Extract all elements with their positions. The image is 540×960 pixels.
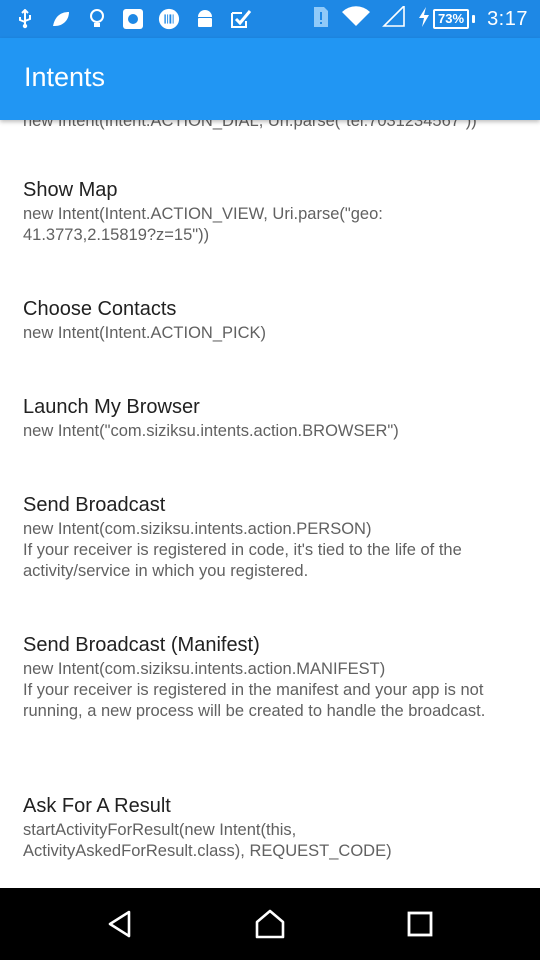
list-item-title: Send Broadcast [23, 494, 166, 516]
list-item-subtitle: new Intent(com.siziksu.intents.action.MA… [23, 660, 486, 720]
lightbulb-icon [86, 8, 108, 30]
list-item[interactable]: Launch My Browser new Intent("com.siziks… [23, 395, 520, 442]
home-icon [255, 909, 285, 939]
list-item[interactable]: Choose Contacts new Intent(Intent.ACTION… [23, 297, 520, 344]
list-item-subtitle: new Intent(Intent.ACTION_PICK) [23, 324, 267, 342]
list-item-title: Launch My Browser [23, 396, 200, 418]
android-icon [194, 8, 216, 30]
list-item[interactable]: Ask For A Result startActivityForResult(… [23, 794, 520, 862]
notification-icons [14, 6, 252, 32]
system-icons: 73% 3:17 [312, 3, 528, 34]
signal-icon [382, 3, 406, 33]
list-item[interactable]: new Intent(Intent.ACTION_DIAL, Uri.parse… [23, 120, 520, 132]
list-item[interactable]: Show Map new Intent(Intent.ACTION_VIEW, … [23, 178, 520, 246]
list-item-subtitle: new Intent("com.siziksu.intents.action.B… [23, 422, 399, 440]
intent-list[interactable]: new Intent(Intent.ACTION_DIAL, Uri.parse… [0, 120, 540, 888]
list-item-subtitle: new Intent(Intent.ACTION_VIEW, Uri.parse… [23, 205, 383, 244]
back-button[interactable] [102, 906, 138, 942]
leaf-icon [50, 8, 72, 30]
list-item[interactable]: Send Broadcast (Manifest) new Intent(com… [23, 633, 520, 722]
list-item-title: Ask For A Result [23, 795, 171, 817]
battery-level: 73% [438, 11, 465, 26]
wifi-icon [342, 5, 371, 33]
sim-alert-icon [312, 5, 330, 34]
app-icon [122, 8, 144, 30]
list-item-title: Show Map [23, 179, 118, 201]
list-item-subtitle: startActivityForResult(new Intent(this, … [23, 821, 392, 860]
battery-indicator: 73% [418, 6, 476, 32]
usb-icon [14, 8, 36, 30]
page-title: Intents [24, 62, 106, 92]
home-button[interactable] [252, 906, 288, 942]
list-item-title: Choose Contacts [23, 298, 177, 320]
navigation-bar [0, 888, 540, 960]
list-item[interactable]: Send Broadcast new Intent(com.siziksu.in… [23, 493, 520, 582]
list-item-subtitle: new Intent(Intent.ACTION_DIAL, Uri.parse… [23, 120, 477, 130]
recents-icon [407, 911, 433, 937]
charging-icon [418, 6, 430, 32]
barcode-icon [158, 8, 180, 30]
list-item-title: Send Broadcast (Manifest) [23, 634, 260, 656]
clock: 3:17 [487, 7, 528, 30]
list-item-subtitle: new Intent(com.siziksu.intents.action.PE… [23, 520, 462, 580]
status-bar: 73% 3:17 [0, 0, 540, 38]
recents-button[interactable] [402, 906, 438, 942]
app-bar: Intents [0, 38, 540, 120]
battery-icon: 73% [433, 9, 470, 29]
back-icon [108, 910, 131, 938]
check-icon [230, 8, 252, 30]
